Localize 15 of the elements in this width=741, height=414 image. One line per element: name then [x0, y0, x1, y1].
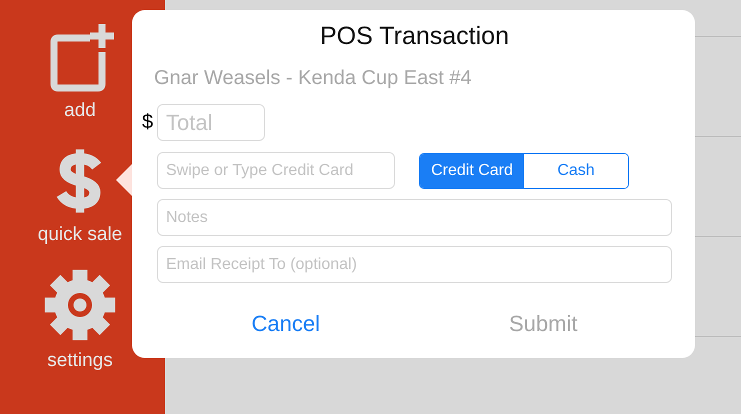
add-icon[interactable]	[50, 22, 116, 92]
currency-symbol: $	[142, 111, 154, 134]
notes-field[interactable]: Notes	[157, 199, 672, 236]
dialog-title: POS Transaction	[319, 22, 510, 51]
sidebar-item-label[interactable]: quick sale	[38, 224, 122, 246]
email-field[interactable]: Email Receipt To (optional)	[157, 246, 672, 283]
total-field[interactable]: Total	[157, 104, 265, 141]
sidebar-item-label[interactable]: settings	[47, 350, 113, 372]
sidebar-item-label[interactable]: add	[64, 100, 96, 122]
credit-card-field[interactable]: Swipe or Type Credit Card	[157, 152, 395, 189]
settings-icon[interactable]	[43, 268, 117, 342]
event-name: Gnar Weasels - Kenda Cup East #4	[154, 67, 473, 90]
cancel-button[interactable]: Cancel	[157, 307, 414, 341]
payment-method-control[interactable]: Credit Card Cash	[419, 152, 629, 188]
payment-method-tab[interactable]: Credit Card	[420, 154, 524, 188]
